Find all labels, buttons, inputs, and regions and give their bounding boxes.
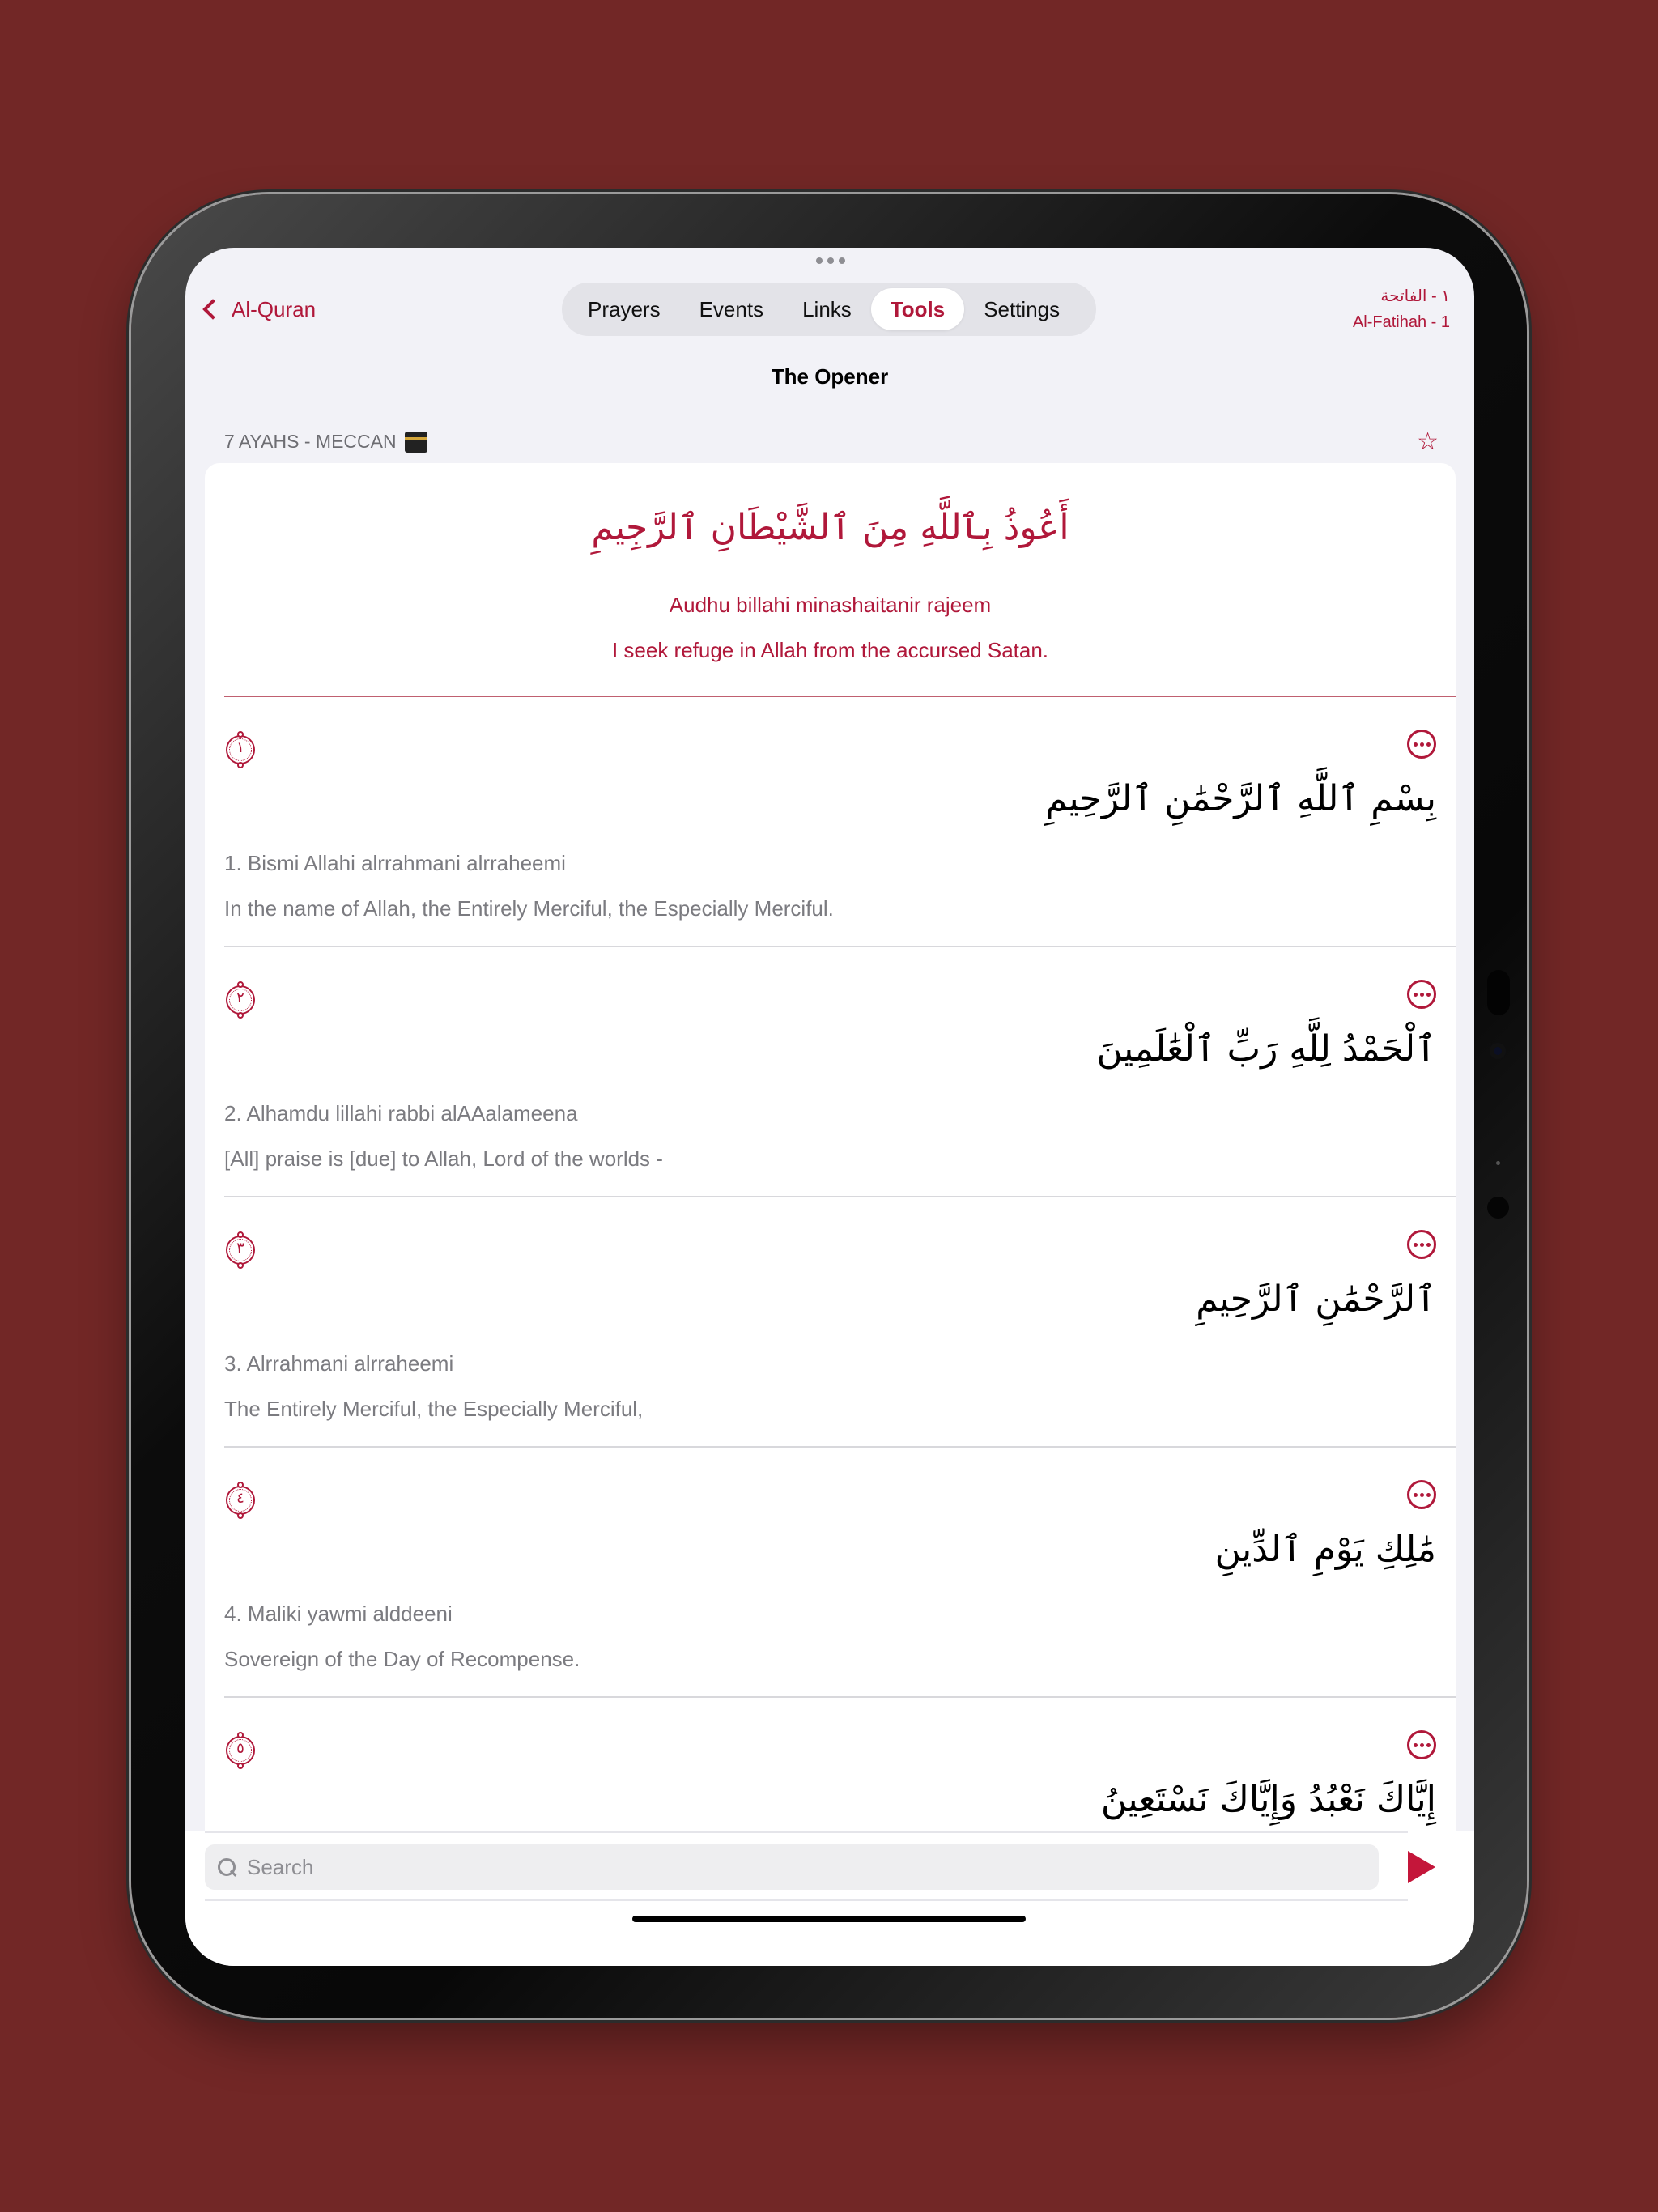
istiadha-translation: I seek refuge in Allah from the accursed… (611, 638, 1049, 662)
tab-tools[interactable]: Tools (870, 288, 965, 330)
ayah-transliteration: 2. Alhamdu lillahi rabbi alAAalameena (224, 1101, 578, 1125)
divider (205, 1899, 1408, 1901)
ayah-transliteration: 1. Bismi Allahi alrrahmani alrraheemi (224, 851, 566, 875)
tab-events[interactable]: Events (680, 288, 784, 330)
more-options-icon[interactable] (1407, 980, 1436, 1009)
search-input[interactable] (247, 1854, 1299, 1880)
search-icon (216, 1857, 237, 1878)
tab-prayers[interactable]: Prayers (568, 288, 680, 330)
camera-icon (1490, 1043, 1506, 1059)
ayah-row[interactable]: ٥ إِيَّاكَ نَعْبُدُ وَإِيَّاكَ نَسْتَعِي… (224, 1698, 1456, 1831)
segmented-control: Prayers Events Links Tools Settings (562, 283, 1096, 336)
istiadha-arabic: أَعُوذُ بِٱللَّهِ مِنَ ٱلشَّيْطَانِ ٱلرَ… (591, 507, 1069, 548)
surah-info: ١ - الفاتحة Al-Fatihah - 1 (1353, 283, 1450, 335)
tab-links[interactable]: Links (783, 288, 871, 330)
chevron-left-icon (202, 299, 223, 320)
page-title: The Opener (771, 364, 889, 389)
ayah-row[interactable]: ٢ ٱلْحَمْدُ لِلَّهِ رَبِّ ٱلْعَٰلَمِينَ … (224, 947, 1456, 1197)
ayah-number-badge: ١ (224, 731, 257, 768)
more-options-icon[interactable] (1407, 1230, 1436, 1259)
kaaba-icon (404, 431, 427, 453)
section-header-label: 7 AYAHS - MECCAN (224, 431, 397, 452)
ayah-number-badge: ٤ (224, 1482, 257, 1519)
camera-lens-icon (1487, 1197, 1509, 1219)
section-header: 7 AYAHS - MECCAN (224, 431, 427, 453)
home-indicator (632, 1916, 1026, 1922)
ayah-row[interactable]: ٣ ٱلرَّحْمَٰنِ ٱلرَّحِيمِ 3. Alrrahmani … (224, 1197, 1456, 1448)
ayah-row[interactable]: ١ بِسْمِ ٱللَّهِ ٱلرَّحْمَٰنِ ٱلرَّحِيمِ… (224, 697, 1456, 947)
multitasking-grabber-icon[interactable] (816, 257, 845, 264)
ayah-translation: In the name of Allah, the Entirely Merci… (224, 896, 834, 921)
more-options-icon[interactable] (1407, 1730, 1436, 1759)
more-options-icon[interactable] (1407, 1480, 1436, 1509)
sensor-dot (1496, 1161, 1500, 1165)
search-bar[interactable] (205, 1844, 1379, 1890)
ayah-translation: The Entirely Merciful, the Especially Me… (224, 1397, 644, 1421)
ayah-number-badge: ٢ (224, 981, 257, 1019)
ayah-number: ١ (236, 739, 244, 756)
ayah-number-badge: ٣ (224, 1231, 257, 1269)
app-screen: Al-Quran Prayers Events Links Tools Sett… (185, 248, 1474, 1966)
ayah-transliteration: 3. Alrrahmani alrraheemi (224, 1351, 454, 1376)
ayah-list: أَعُوذُ بِٱللَّهِ مِنَ ٱلشَّيْطَانِ ٱلرَ… (205, 463, 1456, 1831)
ayah-arabic: ٱلْحَمْدُ لِلَّهِ رَبِّ ٱلْعَٰلَمِينَ (1096, 1028, 1436, 1070)
istiadha-transliteration: Audhu billahi minashaitanir rajeem (669, 593, 992, 617)
surah-arabic-name: ١ - الفاتحة (1380, 287, 1450, 305)
more-options-icon[interactable] (1407, 730, 1436, 759)
ayah-number: ٣ (236, 1240, 244, 1257)
tab-settings[interactable]: Settings (964, 288, 1079, 330)
ayah-arabic: إِيَّاكَ نَعْبُدُ وَإِيَّاكَ نَسْتَعِينُ (1100, 1779, 1436, 1820)
surah-english-name: Al-Fatihah - 1 (1352, 313, 1450, 331)
star-icon[interactable]: ☆ (1417, 428, 1439, 456)
play-icon[interactable] (1408, 1851, 1435, 1883)
side-button (1487, 970, 1510, 1015)
ayah-translation: [All] praise is [due] to Allah, Lord of … (224, 1146, 663, 1171)
back-label: Al-Quran (232, 296, 317, 321)
back-button[interactable]: Al-Quran (199, 291, 316, 327)
ayah-translation: Sovereign of the Day of Recompense. (224, 1647, 580, 1671)
ayah-number: ٤ (236, 1490, 244, 1507)
divider (205, 1831, 1408, 1833)
ayah-arabic: بِسْمِ ٱللَّهِ ٱلرَّحْمَٰنِ ٱلرَّحِيمِ (1045, 778, 1436, 819)
ayah-number: ٢ (236, 989, 244, 1006)
ayah-row[interactable]: ٤ مَٰلِكِ يَوْمِ ٱلدِّينِ 4. Maliki yawm… (224, 1448, 1456, 1698)
ayah-arabic: ٱلرَّحْمَٰنِ ٱلرَّحِيمِ (1196, 1278, 1436, 1320)
bottom-toolbar (185, 1831, 1474, 1966)
ayah-number: ٥ (236, 1740, 244, 1757)
ayah-arabic: مَٰلِكِ يَوْمِ ٱلدِّينِ (1214, 1529, 1436, 1570)
ayah-transliteration: 4. Maliki yawmi alddeeni (224, 1602, 453, 1626)
ayah-number-badge: ٥ (224, 1732, 257, 1769)
